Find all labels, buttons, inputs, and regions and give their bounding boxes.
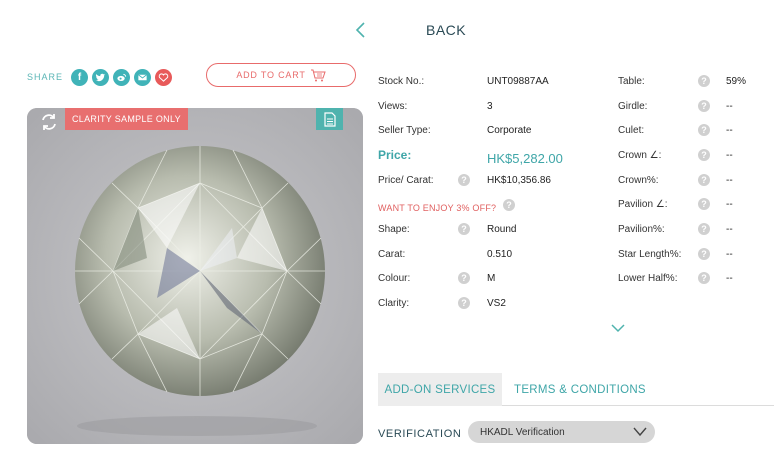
carat-label: Carat: <box>378 249 406 260</box>
tabs-bar: ADD-ON SERVICES TERMS & CONDITIONS <box>378 373 774 406</box>
document-icon <box>323 111 336 127</box>
help-icon[interactable]: ? <box>698 149 710 161</box>
discount-promo-link[interactable]: WANT TO ENJOY 3% OFF? <box>378 203 496 213</box>
verification-select[interactable]: HKADL Verification <box>468 421 655 443</box>
price-per-carat-label: Price/ Carat: <box>378 175 434 186</box>
back-link[interactable]: BACK <box>426 22 466 38</box>
pavilion-percent-label: Pavilion%: <box>618 224 665 235</box>
crown-angle-value: -- <box>726 150 733 161</box>
views-label: Views: <box>378 101 408 112</box>
help-icon[interactable]: ? <box>698 272 710 284</box>
lower-half-value: -- <box>726 273 733 284</box>
weibo-icon[interactable] <box>113 68 131 86</box>
seller-type-label: Seller Type: <box>378 125 431 136</box>
help-icon[interactable]: ? <box>458 174 470 186</box>
girdle-label: Girdle: <box>618 101 648 112</box>
colour-label: Colour: <box>378 273 411 284</box>
help-icon[interactable]: ? <box>458 272 470 284</box>
seller-type-value: Corporate <box>487 125 532 136</box>
help-icon[interactable]: ? <box>458 223 470 235</box>
clarity-sample-badge: CLARITY SAMPLE ONLY <box>65 108 188 130</box>
pavilion-angle-label: Pavilion ∠: <box>618 199 668 210</box>
twitter-icon[interactable] <box>92 68 110 86</box>
crown-percent-value: -- <box>726 175 733 186</box>
carat-value: 0.510 <box>487 249 513 260</box>
diamond-image-panel[interactable]: CLARITY SAMPLE ONLY <box>27 108 363 444</box>
verification-label: VERIFICATION <box>378 428 462 440</box>
rotate-icon[interactable] <box>39 112 59 132</box>
views-value: 3 <box>487 101 493 112</box>
help-icon[interactable]: ? <box>698 174 710 186</box>
star-length-label: Star Length%: <box>618 249 682 260</box>
shape-value: Round <box>487 224 517 235</box>
help-icon[interactable]: ? <box>698 223 710 235</box>
crown-percent-label: Crown%: <box>618 175 659 186</box>
culet-label: Culet: <box>618 125 645 136</box>
crown-angle-label: Crown ∠: <box>618 150 662 161</box>
share-bar: SHARE f <box>27 66 176 88</box>
chevron-down-icon <box>633 427 647 437</box>
help-icon[interactable]: ? <box>458 297 470 309</box>
price-value: HK$5,282.00 <box>487 151 563 166</box>
chevron-down-icon[interactable] <box>610 323 626 333</box>
heart-icon[interactable] <box>155 68 173 86</box>
help-icon[interactable]: ? <box>698 248 710 260</box>
stock-no-value: UNT09887AA <box>487 76 549 87</box>
help-icon[interactable]: ? <box>698 124 710 136</box>
clarity-value: VS2 <box>487 298 506 309</box>
help-icon[interactable]: ? <box>698 198 710 210</box>
shape-label: Shape: <box>378 224 410 235</box>
colour-value: M <box>487 273 496 284</box>
lower-half-label: Lower Half%: <box>618 273 678 284</box>
add-to-cart-button[interactable]: ADD TO CART <box>206 63 356 87</box>
clarity-label: Clarity: <box>378 298 410 309</box>
help-icon[interactable]: ? <box>698 75 710 87</box>
pavilion-percent-value: -- <box>726 224 733 235</box>
diamond-image <box>27 108 363 444</box>
price-label: Price: <box>378 148 412 162</box>
girdle-value: -- <box>726 101 733 112</box>
tab-add-on-services[interactable]: ADD-ON SERVICES <box>378 373 502 406</box>
certificate-button[interactable] <box>316 108 343 130</box>
help-icon[interactable]: ? <box>503 199 515 211</box>
chevron-left-icon[interactable] <box>352 21 368 39</box>
table-label: Table: <box>618 76 645 87</box>
stock-no-label: Stock No.: <box>378 76 425 87</box>
share-label: SHARE <box>27 72 64 82</box>
add-to-cart-label: ADD TO CART <box>236 70 306 80</box>
facebook-icon[interactable]: f <box>71 68 89 86</box>
pavilion-angle-value: -- <box>726 199 733 210</box>
back-bar: BACK <box>0 0 774 60</box>
tab-terms-conditions[interactable]: TERMS & CONDITIONS <box>514 373 646 406</box>
email-icon[interactable] <box>134 68 152 86</box>
table-value: 59% <box>726 76 747 87</box>
star-length-value: -- <box>726 249 733 260</box>
help-icon[interactable]: ? <box>698 100 710 112</box>
culet-value: -- <box>726 125 733 136</box>
price-per-carat-value: HK$10,356.86 <box>487 175 551 186</box>
cart-icon <box>310 69 326 81</box>
verification-selected-value: HKADL Verification <box>480 426 565 438</box>
